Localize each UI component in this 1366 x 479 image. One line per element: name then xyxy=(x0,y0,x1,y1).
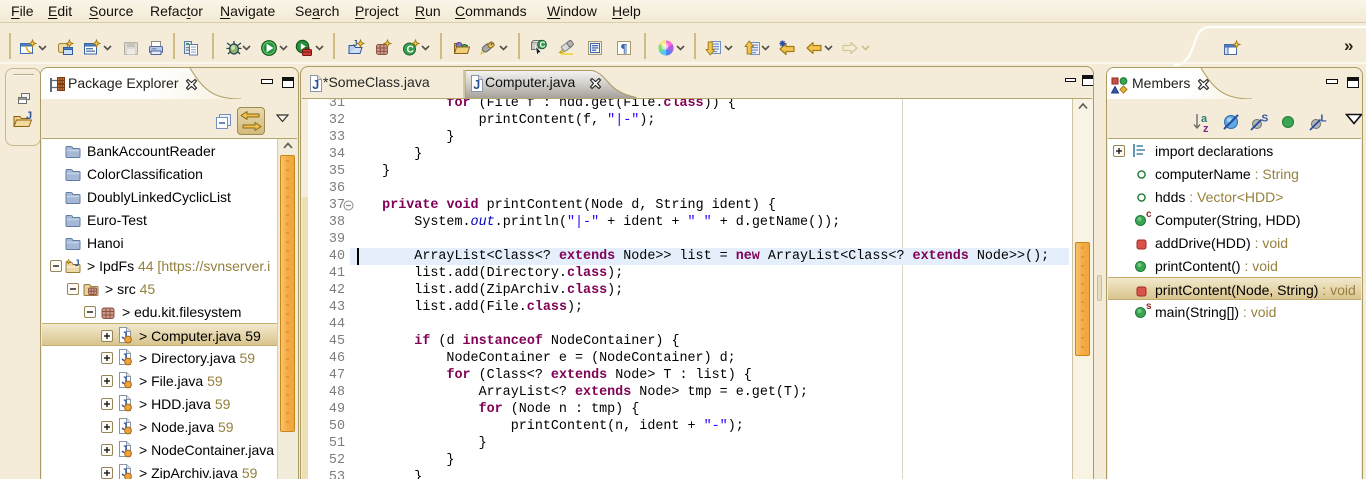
svg-text:¶: ¶ xyxy=(621,41,628,56)
svg-text:S: S xyxy=(1262,114,1269,125)
svg-text:z: z xyxy=(1203,123,1209,135)
svg-text:»: » xyxy=(1344,36,1353,55)
svg-text:C: C xyxy=(407,45,414,56)
svg-text:L: L xyxy=(1321,114,1327,125)
svg-text:C: C xyxy=(540,41,546,50)
svg-text:J: J xyxy=(26,110,32,122)
